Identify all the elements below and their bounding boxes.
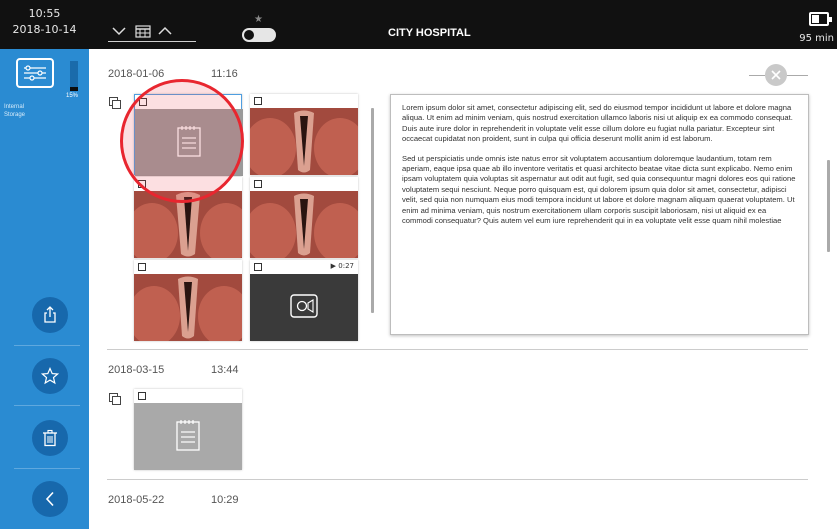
endoscopy-image xyxy=(250,191,358,258)
thumbnail-checkbox[interactable] xyxy=(138,263,146,271)
image-thumbnail[interactable] xyxy=(250,94,358,175)
thumbnails-scrollbar[interactable] xyxy=(371,108,374,313)
toggle-knob xyxy=(244,30,254,40)
favorites-toggle[interactable] xyxy=(242,28,276,42)
thumbnail-checkbox[interactable] xyxy=(138,392,146,400)
session-time: 13:44 xyxy=(211,364,239,376)
video-thumbnail[interactable]: ▶ 0:27 xyxy=(250,260,358,341)
note-thumbnail[interactable] xyxy=(134,389,242,470)
session-time: 10:29 xyxy=(211,494,239,506)
endoscopy-image xyxy=(134,274,242,341)
chevron-left-icon xyxy=(45,491,54,507)
top-bar: 10:55 2018-10-14 ★ CITY HOSPITAL 95 min xyxy=(0,0,837,49)
delete-button[interactable] xyxy=(32,420,68,456)
note-icon xyxy=(176,420,200,451)
sidebar: 15% Internal Storage xyxy=(0,49,89,529)
thumbnail-checkbox[interactable] xyxy=(254,180,262,188)
clock-time: 10:55 xyxy=(28,7,61,20)
note-paragraph: Sed ut perspiciatis unde omnis iste natu… xyxy=(402,153,796,226)
session-date: 2018-05-22 xyxy=(108,494,165,506)
session-date: 2018-01-06 xyxy=(108,68,165,80)
select-all-icon[interactable] xyxy=(109,393,122,405)
chevron-down-icon[interactable] xyxy=(112,26,126,36)
session-date: 2018-03-15 xyxy=(108,364,165,376)
battery-remaining: 95 min xyxy=(799,33,834,44)
export-icon xyxy=(44,306,56,323)
note-paragraph: Lorem ipsum dolor sit amet, consectetur … xyxy=(402,103,793,144)
video-camera-icon xyxy=(290,294,318,318)
storage-percent: 15% xyxy=(66,93,79,99)
page-title: CITY HOSPITAL xyxy=(388,27,471,39)
trash-icon xyxy=(43,429,57,447)
select-all-icon[interactable] xyxy=(109,97,122,109)
close-icon xyxy=(771,70,781,80)
star-icon xyxy=(41,367,59,385)
endoscopy-image xyxy=(250,108,358,175)
internal-storage-icon[interactable] xyxy=(16,58,54,88)
export-button[interactable] xyxy=(32,297,68,333)
favorite-filter-star-icon: ★ xyxy=(254,14,263,25)
thumbnail-checkbox[interactable] xyxy=(254,97,262,105)
clock-date: 2018-10-14 xyxy=(12,23,77,36)
storage-label: Internal Storage xyxy=(4,104,26,118)
back-button[interactable] xyxy=(32,481,68,517)
favorite-button[interactable] xyxy=(32,358,68,394)
close-session-button[interactable] xyxy=(765,64,787,86)
image-thumbnail[interactable] xyxy=(250,177,358,258)
battery-icon xyxy=(809,12,832,26)
calendar-icon[interactable] xyxy=(135,24,151,38)
image-thumbnail[interactable] xyxy=(134,260,242,341)
note-text-panel[interactable]: Lorem ipsum dolor sit amet, consectetur … xyxy=(390,94,809,335)
page-scrollbar[interactable] xyxy=(827,160,830,252)
thumbnail-checkbox[interactable] xyxy=(254,263,262,271)
highlight-circle-annotation xyxy=(120,79,244,203)
video-duration: ▶ 0:27 xyxy=(330,262,354,270)
session-time: 11:16 xyxy=(211,68,238,80)
storage-level-bar xyxy=(70,61,78,91)
chevron-up-icon[interactable] xyxy=(158,26,172,36)
storage-level-fill xyxy=(70,86,78,91)
